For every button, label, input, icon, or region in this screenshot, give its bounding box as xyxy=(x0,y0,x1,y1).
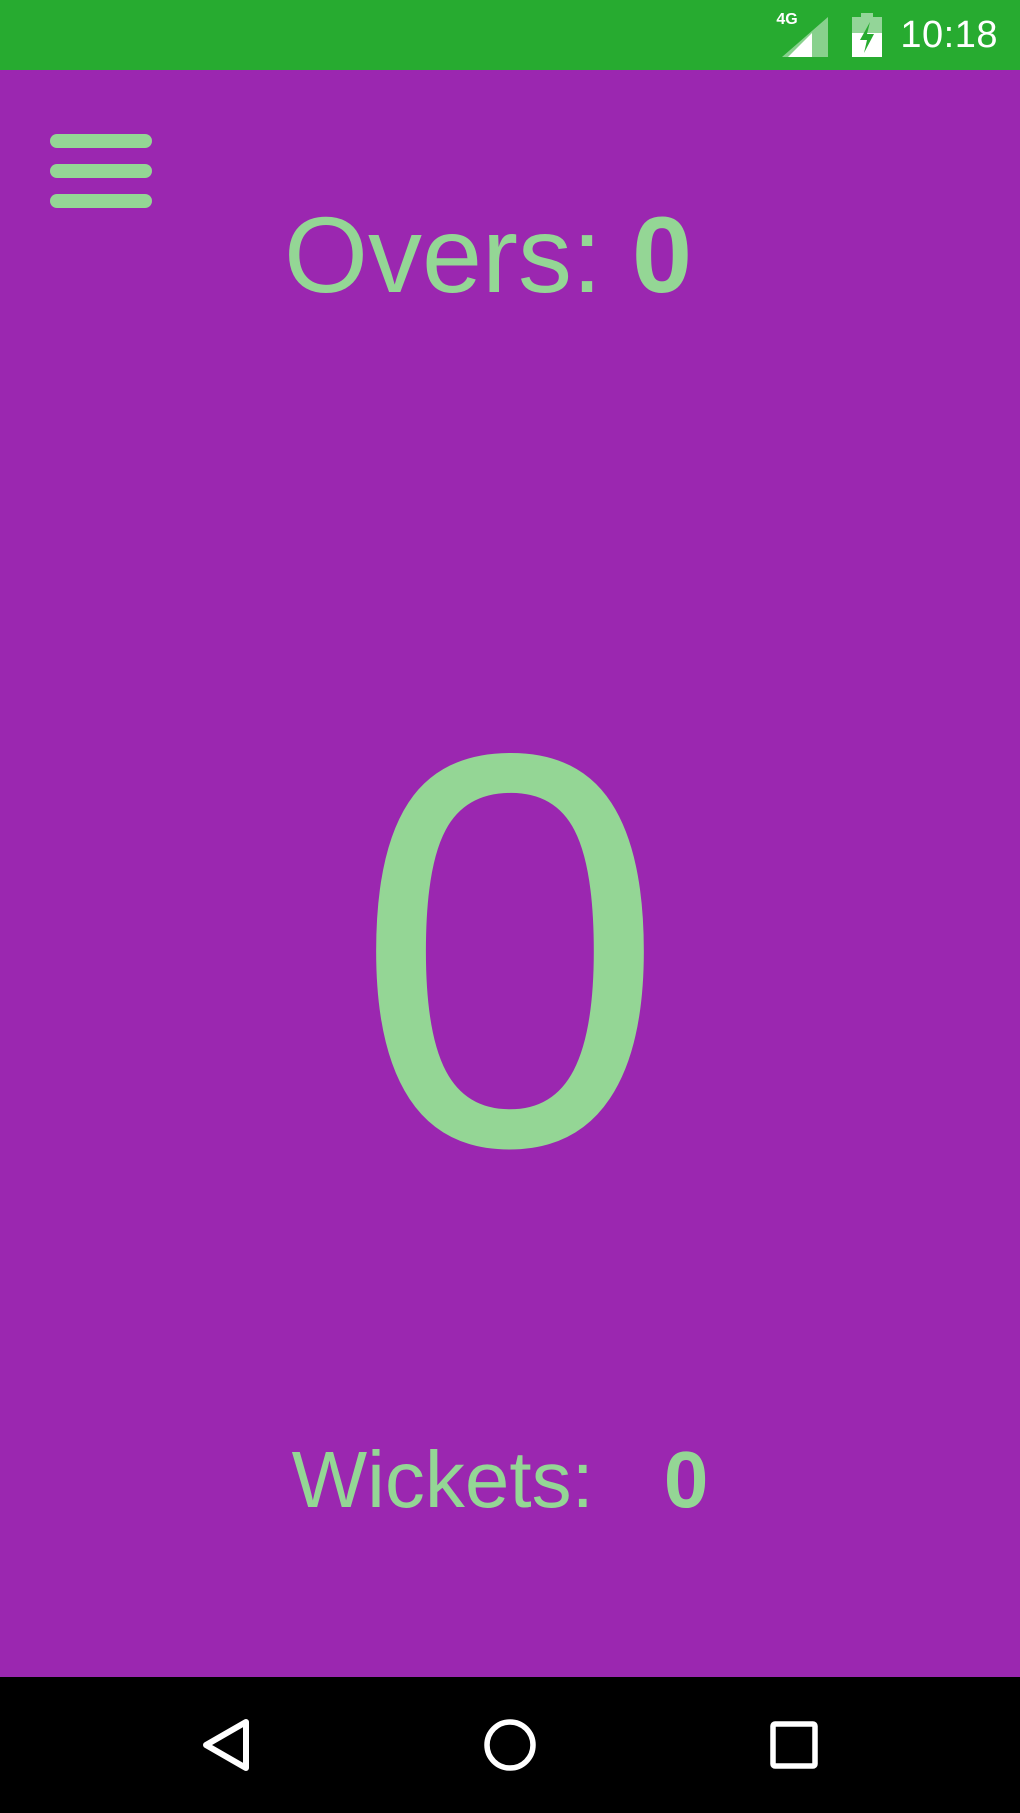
runs-score[interactable]: 0 xyxy=(0,630,1020,1270)
navigation-bar xyxy=(0,1677,1020,1813)
recents-icon xyxy=(770,1721,818,1769)
menu-bar-middle xyxy=(50,164,152,178)
status-bar: 4G 10:18 xyxy=(0,0,1020,70)
back-button[interactable] xyxy=(176,1695,276,1795)
wickets-value: 0 xyxy=(663,1435,709,1524)
home-button[interactable] xyxy=(460,1695,560,1795)
signal-indicator: 4G xyxy=(776,11,830,57)
back-icon xyxy=(203,1719,249,1771)
overs-display: Overs: 0 xyxy=(0,190,976,320)
status-icons: 4G 10:18 xyxy=(776,0,998,70)
scoreboard-screen: Overs: 0 0 Wickets: 0 xyxy=(0,70,1020,1677)
wickets-label: Wickets: xyxy=(291,1435,594,1524)
menu-bar-top xyxy=(50,134,152,148)
overs-value: 0 xyxy=(631,194,693,315)
wickets-display: Wickets: 0 xyxy=(0,1430,1000,1530)
overs-label: Overs: xyxy=(283,194,602,315)
recents-button[interactable] xyxy=(744,1695,844,1795)
home-icon xyxy=(484,1719,536,1771)
clock: 10:18 xyxy=(900,13,998,56)
signal-icon xyxy=(782,17,829,57)
battery-charging-icon xyxy=(852,13,883,57)
